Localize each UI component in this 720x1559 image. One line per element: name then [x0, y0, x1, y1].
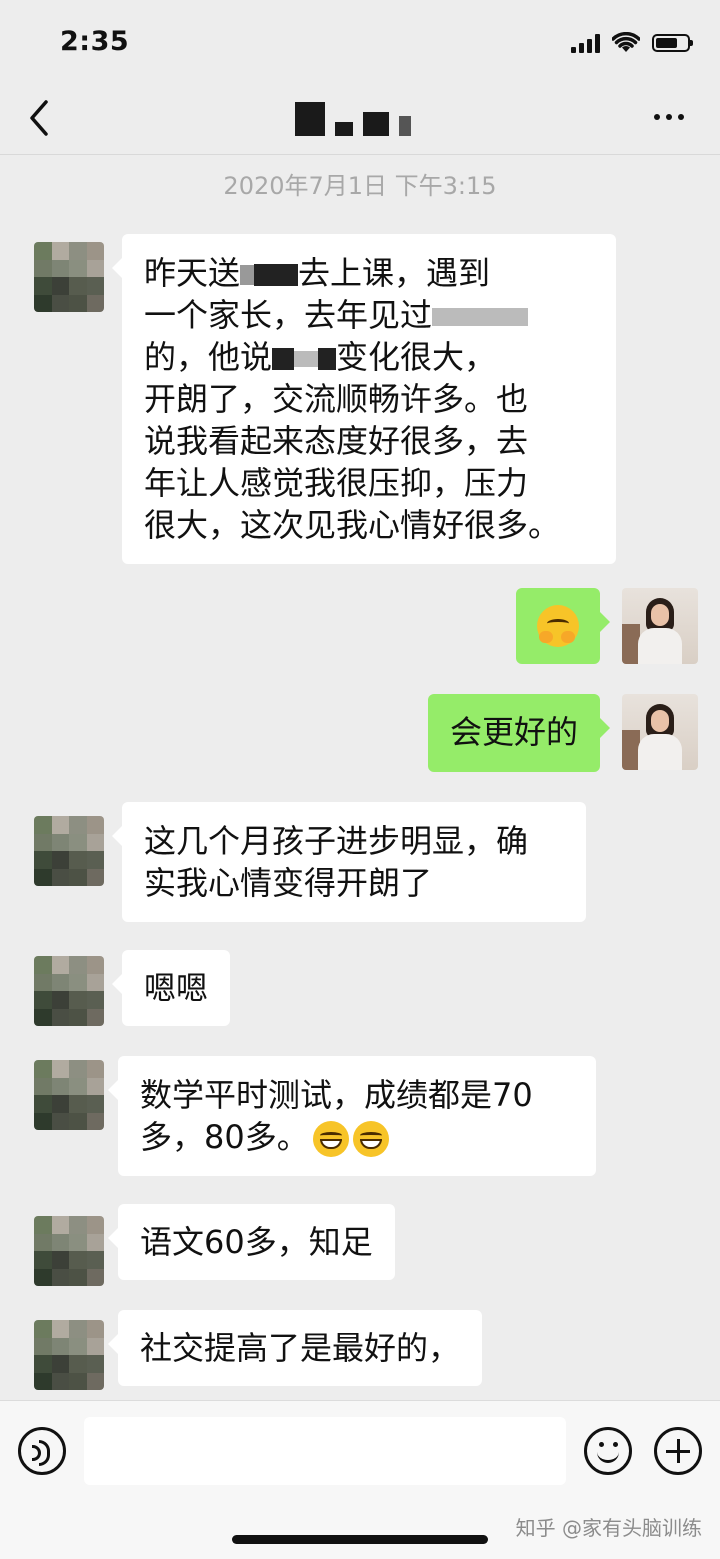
chat-title-redacted: [295, 102, 411, 136]
message-item: 嗯嗯: [34, 950, 231, 1026]
contact-avatar[interactable]: [34, 242, 104, 312]
message-bubble[interactable]: 嗯嗯: [111, 950, 231, 1026]
chevron-left-icon: [30, 100, 48, 136]
message-line: 昨天送 去上课，遇到: [144, 254, 491, 292]
message-item-self: [516, 588, 698, 664]
plus-icon[interactable]: [654, 1427, 702, 1475]
message-bubble[interactable]: 语文60多，知足: [108, 1204, 395, 1280]
message-item: 语文60多，知足: [34, 1204, 395, 1286]
message-bubble[interactable]: 数学平时测试，成绩都是70 多，80多。: [108, 1056, 596, 1176]
voice-icon[interactable]: [18, 1427, 66, 1475]
signal-icon: [571, 33, 600, 53]
message-input[interactable]: [84, 1417, 566, 1485]
message-line: 开朗了，交流顺畅许多。也: [144, 380, 529, 418]
chat-timestamp: 2020年7月1日 下午3:15: [223, 172, 497, 200]
grinning-face-emoji-icon: [352, 1121, 389, 1157]
contact-avatar[interactable]: [34, 816, 104, 886]
contact-avatar[interactable]: [34, 956, 104, 1026]
self-avatar[interactable]: [622, 588, 698, 664]
message-line: 很大，这次见我心情好很多。: [144, 506, 561, 544]
message-line: 说我看起来态度好很多，去: [144, 422, 529, 460]
chat-nav-bar: [0, 84, 720, 155]
back-button[interactable]: [22, 94, 62, 142]
contact-avatar[interactable]: [34, 1320, 104, 1390]
contact-avatar[interactable]: [34, 1060, 104, 1130]
message-bubble-self[interactable]: [516, 588, 610, 664]
status-time: 2:35: [60, 26, 130, 57]
message-bubble[interactable]: 昨天送 去上课，遇到 一个家长，去年见过 的，他说 变化很大， 开朗了，交流顺畅许多…: [112, 234, 616, 564]
more-dots-icon: [654, 114, 660, 120]
message-bubble-self[interactable]: 会更好的: [427, 694, 611, 772]
message-line: 的，他说 变化很大，: [144, 338, 497, 376]
message-item: 社交提高了是最好的，: [34, 1310, 483, 1390]
message-item: 数学平时测试，成绩都是70 多，80多。: [34, 1056, 596, 1176]
home-indicator: [232, 1535, 488, 1544]
emoji-icon[interactable]: [584, 1427, 632, 1475]
battery-icon: [652, 34, 693, 52]
message-item-self: 会更好的: [427, 694, 698, 772]
message-item: 昨天送 去上课，遇到 一个家长，去年见过 的，他说 变化很大， 开朗了，交流顺畅许多…: [22, 234, 616, 564]
wifi-icon: [612, 32, 640, 52]
message-line: 一个家长，去年见过: [144, 294, 594, 336]
message-line: 年让人感觉我很压抑，压力: [144, 464, 529, 502]
hugging-face-emoji-icon: [537, 605, 579, 647]
status-icons: [571, 32, 693, 54]
message-bubble[interactable]: 这几个月孩子进步明显，确 实我心情变得开朗了: [112, 802, 586, 922]
contact-avatar[interactable]: [34, 1216, 104, 1286]
watermark: 知乎 @家有头脑训练: [515, 1516, 702, 1540]
message-bubble[interactable]: 社交提高了是最好的，: [107, 1310, 483, 1386]
status-bar: 2:35: [0, 0, 720, 84]
more-button[interactable]: [654, 102, 690, 132]
message-item: 这几个月孩子进步明显，确 实我心情变得开朗了: [34, 802, 586, 922]
self-avatar[interactable]: [622, 694, 698, 770]
grinning-face-emoji-icon: [312, 1121, 349, 1157]
